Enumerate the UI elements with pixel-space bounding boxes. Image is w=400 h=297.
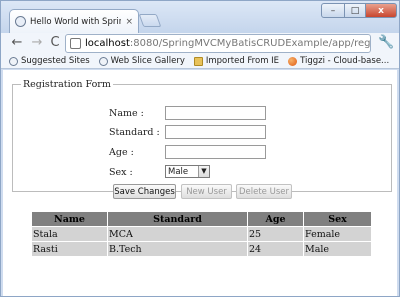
users-table: Name Standard Age Sex Stala MCA 25 Femal…: [31, 211, 372, 257]
name-input[interactable]: [165, 106, 266, 120]
globe-icon: [9, 56, 18, 66]
cell-sex: Male: [303, 241, 372, 257]
address-bar[interactable]: localhost:8080/SpringMVCMyBatisCRUDExamp…: [65, 34, 371, 53]
bookmark-tiggzi[interactable]: Tiggzi - Cloud-base...: [288, 56, 389, 66]
bookmark-label: Imported From IE: [205, 56, 280, 66]
cell-standard: MCA: [107, 226, 248, 242]
browser-tab[interactable]: Hello World with Spring 3 M ×: [9, 9, 139, 33]
tiggzi-icon: [288, 56, 298, 66]
column-header-age: Age: [247, 211, 304, 227]
bookmark-label: Web Slice Gallery: [110, 56, 185, 66]
standard-input[interactable]: [165, 125, 266, 139]
dropdown-arrow-icon[interactable]: ▼: [198, 166, 209, 177]
bookmarks-bar: Suggested Sites Web Slice Gallery Import…: [1, 54, 399, 69]
form-actions: Save Changes New User Delete User: [13, 184, 393, 200]
sex-row: Sex : Male ▼: [13, 165, 393, 181]
delete-user-button[interactable]: Delete User: [236, 184, 292, 199]
url-text: localhost:8080/SpringMVCMyBatisCRUDExamp…: [85, 38, 371, 49]
bookmark-imported-from-ie[interactable]: Imported From IE: [193, 56, 280, 66]
page-info-icon[interactable]: [70, 38, 81, 49]
reload-icon[interactable]: C: [47, 35, 63, 51]
close-window-button[interactable]: x: [365, 3, 397, 18]
bookmark-label: Tiggzi - Cloud-base...: [300, 56, 390, 66]
bookmark-web-slice-gallery[interactable]: Web Slice Gallery: [98, 56, 185, 66]
column-header-standard: Standard: [107, 211, 248, 227]
page-favicon-icon: [15, 16, 26, 27]
folder-icon: [193, 56, 203, 66]
sex-selected-value: Male: [168, 166, 189, 177]
save-changes-button[interactable]: Save Changes: [113, 184, 176, 199]
cell-age: 25: [247, 226, 304, 242]
back-icon[interactable]: ←: [9, 35, 25, 51]
tab-title: Hello World with Spring 3 M: [30, 16, 122, 27]
wrench-menu-icon[interactable]: 🔧: [378, 35, 394, 50]
cell-name: Stala: [31, 226, 108, 242]
name-row: Name :: [13, 106, 393, 122]
table-row[interactable]: Rasti B.Tech 24 Male: [31, 241, 372, 257]
table-header-row: Name Standard Age Sex: [31, 211, 372, 227]
standard-row: Standard :: [13, 125, 393, 141]
standard-label: Standard :: [109, 127, 160, 138]
column-header-name: Name: [31, 211, 108, 227]
form-legend: Registration Form: [23, 79, 111, 90]
url-path: :8080/SpringMVCMyBatisCRUDExample/app/re…: [129, 38, 371, 49]
bookmark-label: Suggested Sites: [21, 56, 90, 66]
cell-sex: Female: [303, 226, 372, 242]
sex-select[interactable]: Male ▼: [165, 165, 210, 178]
maximize-button[interactable]: □: [344, 3, 366, 18]
table-row[interactable]: Stala MCA 25 Female: [31, 226, 372, 242]
title-bar: Hello World with Spring 3 M × – □ x: [1, 1, 399, 33]
bookmark-suggested-sites[interactable]: Suggested Sites: [9, 56, 90, 66]
cell-name: Rasti: [31, 241, 108, 257]
new-user-button[interactable]: New User: [181, 184, 232, 199]
age-label: Age :: [109, 147, 134, 158]
forward-icon[interactable]: →: [29, 35, 45, 51]
cell-age: 24: [247, 241, 304, 257]
url-host: localhost: [85, 38, 130, 49]
age-row: Age :: [13, 145, 393, 161]
registration-form: Registration Form Name : Standard : Age …: [12, 79, 393, 199]
minimize-button[interactable]: –: [321, 3, 345, 18]
new-tab-button[interactable]: [138, 14, 162, 27]
name-label: Name :: [109, 108, 144, 119]
age-input[interactable]: [165, 145, 266, 159]
sex-label: Sex :: [109, 167, 133, 178]
browser-window: Hello World with Spring 3 M × – □ x ← → …: [0, 0, 400, 297]
tab-close-icon[interactable]: ×: [125, 17, 133, 27]
page-content: Registration Form Name : Standard : Age …: [3, 70, 397, 296]
browser-toolbar: ← → C localhost:8080/SpringMVCMyBatisCRU…: [1, 33, 399, 54]
globe-icon: [98, 56, 108, 66]
column-header-sex: Sex: [303, 211, 372, 227]
cell-standard: B.Tech: [107, 241, 248, 257]
